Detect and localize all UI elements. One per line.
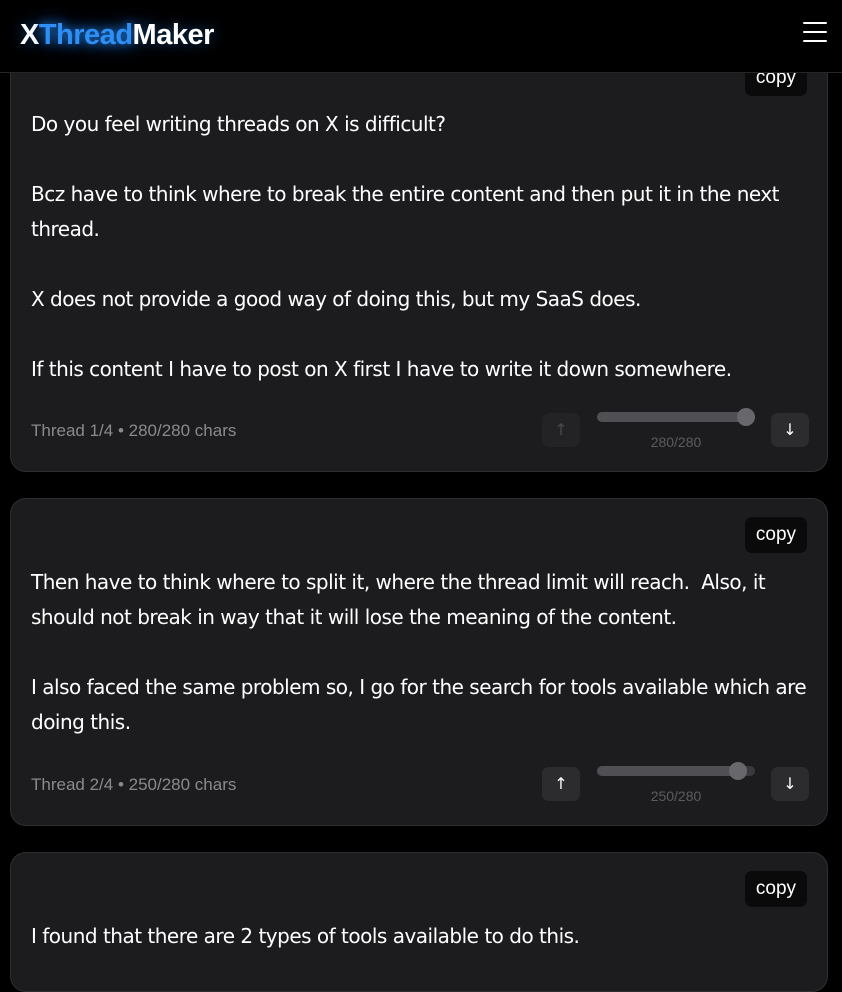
slider-thumb[interactable] <box>729 762 747 780</box>
logo-accent: Thread <box>38 19 133 51</box>
move-up-button[interactable]: ↑ <box>542 413 580 447</box>
thread-text[interactable]: Then have to think where to split it, wh… <box>31 565 807 740</box>
thread-card: copy I found that there are 2 types of t… <box>10 852 828 992</box>
thread-text[interactable]: Do you feel writing threads on X is diff… <box>31 107 807 387</box>
app-logo[interactable]: XThreadMaker <box>20 16 214 54</box>
slider-label: 250/280 <box>650 788 702 804</box>
hamburger-menu-icon[interactable] <box>803 20 827 44</box>
thread-card: copy Do you feel writing threads on X is… <box>10 40 828 472</box>
slider-fill <box>597 766 738 776</box>
move-up-button[interactable]: ↑ <box>542 767 580 801</box>
thread-text[interactable]: I found that there are 2 types of tools … <box>31 919 807 954</box>
app-header: XThreadMaker <box>0 0 842 73</box>
logo-suffix: Maker <box>132 19 215 51</box>
thread-meta: Thread 1/4 • 280/280 chars <box>31 421 237 440</box>
slider-label: 280/280 <box>650 434 702 450</box>
move-down-button[interactable]: ↓ <box>771 767 809 801</box>
thread-card: copy Then have to think where to split i… <box>10 498 828 826</box>
slider-thumb[interactable] <box>737 408 755 426</box>
copy-button[interactable]: copy <box>745 517 807 553</box>
move-down-button[interactable]: ↓ <box>771 413 809 447</box>
slider-fill <box>597 412 755 422</box>
thread-meta: Thread 2/4 • 250/280 chars <box>31 775 237 794</box>
char-limit-slider[interactable] <box>597 408 755 426</box>
char-limit-slider[interactable] <box>597 762 755 780</box>
logo-prefix: X <box>20 19 39 51</box>
copy-button[interactable]: copy <box>745 871 807 907</box>
